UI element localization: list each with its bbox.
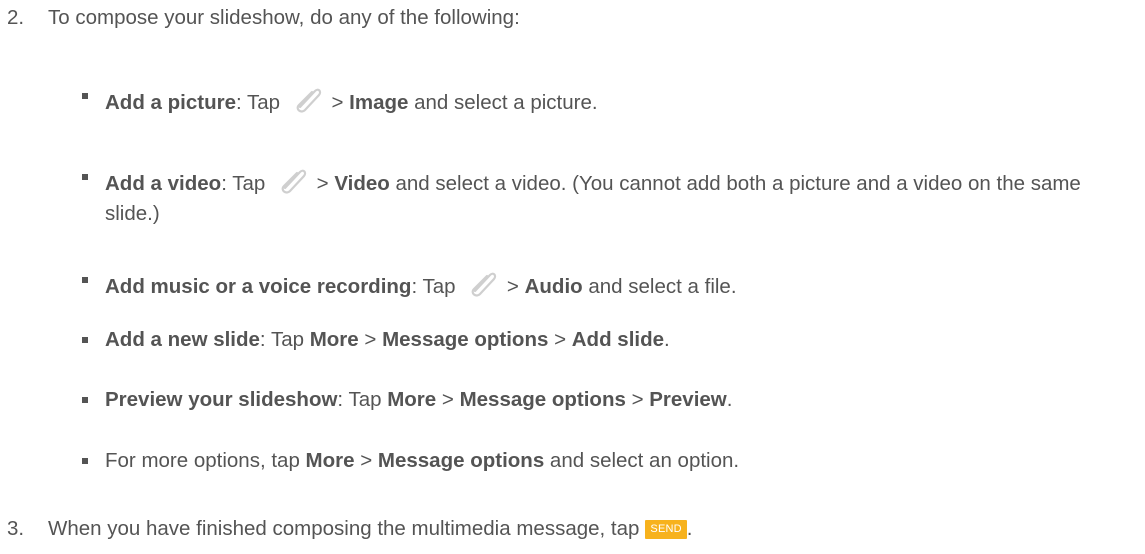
bullet-text: Add a new slide: Tap More > Message opti… <box>105 328 670 351</box>
bullet-text: Add music or a voice recording: Tap > Au… <box>105 265 1140 302</box>
bullet-title: Add a new slide <box>105 328 260 351</box>
bullet-text: For more options, tap More > Message opt… <box>105 449 740 472</box>
step-number: 2. <box>7 6 25 29</box>
bullet-marker <box>82 93 88 99</box>
bullet-marker <box>82 397 88 403</box>
paperclip-icon <box>471 272 497 297</box>
bullet-marker <box>82 174 88 180</box>
step-number: 3. <box>7 517 25 540</box>
send-button: SEND <box>645 520 687 539</box>
step-text: To compose your slideshow, do any of the… <box>48 6 520 29</box>
bullet-text: Add a video: Tap > Video and select a vi… <box>105 162 1140 229</box>
paperclip-icon <box>281 169 307 194</box>
step-text: When you have finished composing the mul… <box>48 517 693 540</box>
bullet-title: Add a picture <box>105 91 236 114</box>
bullet-marker <box>82 458 88 464</box>
bullet-title: Preview your slideshow <box>105 388 338 411</box>
bullet-title: Add music or a voice recording <box>105 275 412 298</box>
bullet-marker <box>82 277 88 283</box>
paperclip-icon <box>296 88 321 113</box>
bullet-marker <box>82 337 88 343</box>
bullet-text: Preview your slideshow: Tap More > Messa… <box>105 388 733 411</box>
bullet-text: Add a picture: Tap > Image and select a … <box>105 81 1140 118</box>
bullet-title: Add a video <box>105 172 222 195</box>
